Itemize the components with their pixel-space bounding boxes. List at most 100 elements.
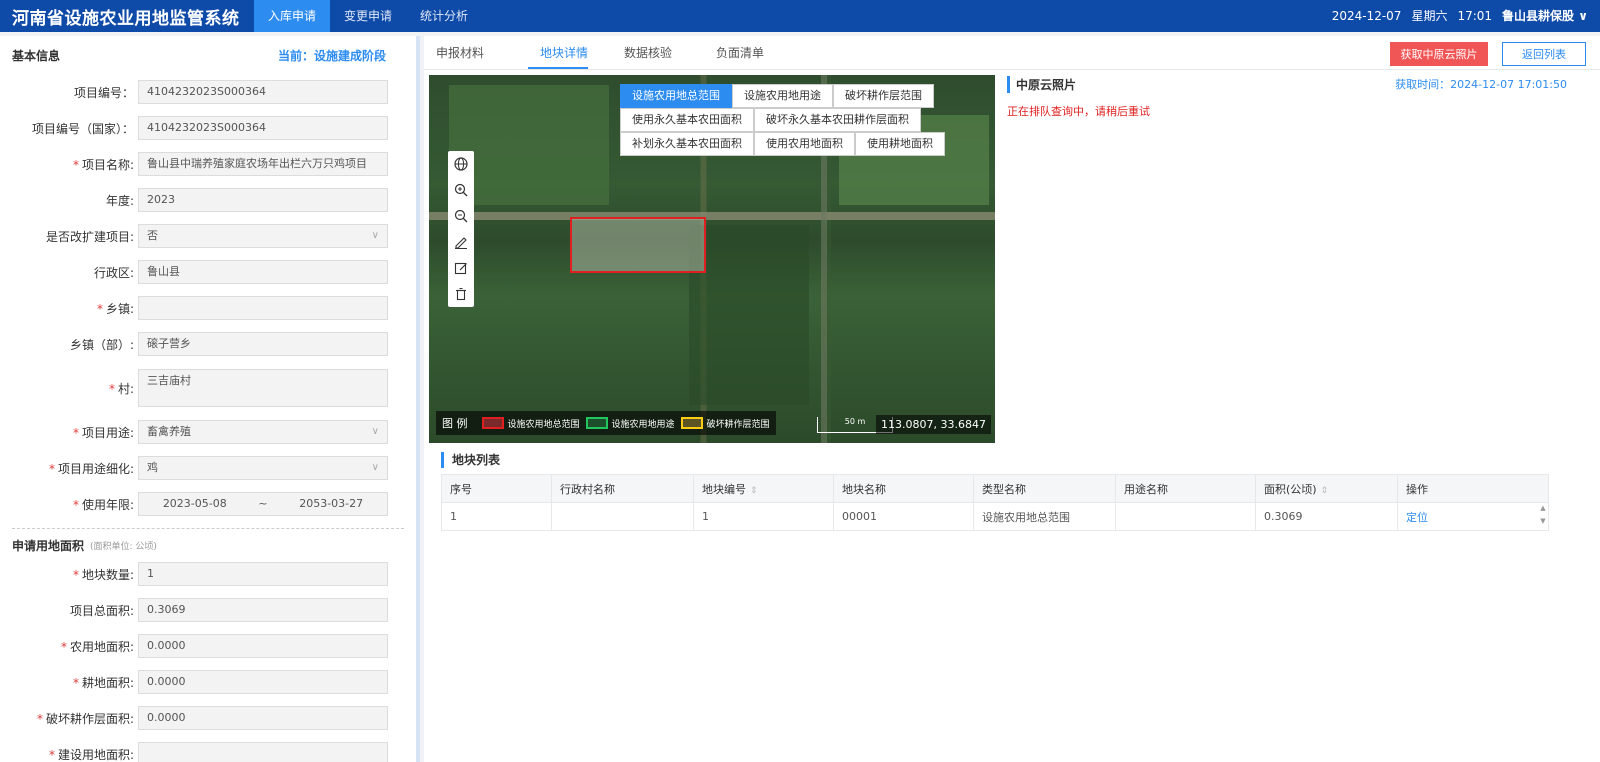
user-menu[interactable]: 鲁山县耕保股 ∨ (1502, 0, 1588, 32)
basic-info-title: 基本信息 (12, 48, 61, 63)
field-label: 建设用地面积: (57, 747, 134, 762)
zoom-in-icon[interactable] (448, 177, 474, 203)
form-row: * 乡镇: (0, 290, 416, 326)
layer-btn-total-range[interactable]: 设施农用地总范围 (620, 84, 732, 108)
back-to-list-button[interactable]: 返回列表 (1502, 42, 1586, 66)
layer-btn-use[interactable]: 设施农用地用途 (732, 84, 833, 108)
date-range-input[interactable]: 2023-05-08 ~ 2053-03-27 (138, 492, 388, 516)
layer-btn-perm-damaged[interactable]: 破坏永久基本农田耕作层面积 (754, 108, 921, 132)
field-value: 4104232023S000364 (147, 85, 266, 98)
legend-swatch-green (585, 417, 608, 429)
select-field[interactable]: 鸡 ∨ (138, 456, 388, 480)
scale-label: 50 m (844, 417, 866, 426)
col-header: 操作 (1397, 474, 1549, 503)
field-label-wrap: * 项目用途细化: (0, 460, 138, 477)
field-label-wrap: * 项目名称: (0, 156, 138, 173)
layer-btn-cultivated[interactable]: 使用耕地面积 (855, 132, 945, 156)
nav-item-change[interactable]: 变更申请 (330, 0, 406, 32)
layer-btn-damaged-range[interactable]: 破坏耕作层范围 (833, 84, 934, 108)
use-period-row: * 使用年限: 2023-05-08 ~ 2053-03-27 (0, 486, 416, 522)
field-label-wrap: * 乡镇: (0, 300, 138, 317)
main-nav: 入库申请 变更申请 统计分析 (254, 0, 482, 32)
field-label-wrap: * 建设用地面积: (0, 746, 138, 762)
sort-icon[interactable]: ⇕ (750, 486, 758, 496)
map-toolbar (448, 151, 474, 307)
nav-item-stats[interactable]: 统计分析 (406, 0, 482, 32)
chevron-down-icon: ∨ (371, 462, 379, 473)
field-label: 年度: (105, 193, 134, 208)
field-label: 项目编号： (73, 85, 134, 100)
tab-negative-list[interactable]: 负面清单 (716, 44, 788, 69)
input-field[interactable]: 0.3069 (138, 598, 388, 622)
field-label: 破坏耕作层面积: (45, 711, 134, 726)
input-field[interactable]: 4104232023S000364 (138, 80, 388, 104)
trash-icon[interactable] (448, 281, 474, 307)
required-marker: * (72, 157, 79, 172)
satellite-map[interactable]: 设施农用地总范围 设施农用地用途 破坏耕作层范围 使用永久基本农田面积 破坏永久… (429, 75, 995, 443)
parcel-table: 序号 行政村名称 地块编号 ⇕ 地块名称 类型名称 用途名称 面积(公顷) ⇕ 操作… (441, 474, 1549, 531)
sort-icon[interactable]: ⇕ (1321, 486, 1329, 496)
input-field[interactable]: 鲁山县中瑞养殖家庭农场年出栏六万只鸡项目 (138, 152, 388, 176)
input-field[interactable]: 0.0000 (138, 706, 388, 730)
form-row: * 项目用途: 畜禽养殖 ∨ (0, 414, 416, 450)
tab-materials[interactable]: 申报材料 (436, 44, 508, 69)
field-label-wrap: 项目编号（国家）： (0, 120, 138, 137)
field-label-wrap: * 农用地面积: (0, 638, 138, 655)
nav-item-inbound[interactable]: 入库申请 (254, 0, 331, 32)
table-cell: 1 (441, 502, 552, 531)
locate-link[interactable]: 定位 (1406, 511, 1428, 524)
tab-parcel-detail[interactable]: 地块详情 (528, 44, 589, 69)
input-field[interactable] (138, 296, 388, 320)
field-label-wrap: * 地块数量: (0, 566, 138, 583)
table-cell: 1 (693, 502, 834, 531)
table-scroll-arrows[interactable]: ▲ ▼ (1537, 502, 1549, 530)
header-date: 2024-12-07 (1331, 9, 1402, 23)
required-marker: * (48, 461, 55, 476)
form-row: * 破坏耕作层面积: 0.0000 (0, 700, 416, 736)
required-marker: * (72, 675, 79, 690)
input-field[interactable]: 磙子营乡 (138, 332, 388, 356)
input-field[interactable]: 1 (138, 562, 388, 586)
col-header-sortable[interactable]: 面积(公顷) ⇕ (1255, 474, 1398, 503)
fetch-cloud-photo-button[interactable]: 获取中原云照片 (1390, 42, 1488, 66)
parcel-boundary[interactable] (570, 217, 706, 273)
field-label-wrap: * 破坏耕作层面积: (0, 710, 138, 727)
pencil-icon[interactable] (448, 229, 474, 255)
form-row: 乡镇（部）: 磙子营乡 (0, 326, 416, 362)
col-header-sortable[interactable]: 地块编号 ⇕ (693, 474, 834, 503)
col-header: 用途名称 (1115, 474, 1256, 503)
layer-btn-agri-land[interactable]: 使用农用地面积 (754, 132, 855, 156)
field-label: 乡镇: (105, 301, 134, 316)
input-field[interactable]: 0.0000 (138, 670, 388, 694)
input-field[interactable] (138, 742, 388, 762)
select-field[interactable]: 畜禽养殖 ∨ (138, 420, 388, 444)
select-field[interactable]: 否 ∨ (138, 224, 388, 248)
input-field[interactable]: 0.0000 (138, 634, 388, 658)
layer-btn-perm-farmland[interactable]: 使用永久基本农田面积 (620, 108, 754, 132)
cloud-photo-title: 中原云照片 (1007, 75, 1076, 93)
area-section-title: 申请用地面积 (12, 539, 85, 553)
field-value: 0.0000 (147, 711, 186, 724)
legend-swatch-red (481, 417, 504, 429)
col-header-label: 面积(公顷) (1264, 482, 1317, 496)
parcel-list-title: 地块列表 (441, 452, 500, 468)
layer-btn-supplement[interactable]: 补划永久基本农田面积 (620, 132, 754, 156)
input-field[interactable]: 4104232023S000364 (138, 116, 388, 140)
chevron-down-icon: ∨ (371, 426, 379, 437)
field-value: 0.0000 (147, 639, 186, 652)
zoom-out-icon[interactable] (448, 203, 474, 229)
top-header: 河南省设施农业用地监管系统 入库申请 变更申请 统计分析 2024-12-07 … (0, 0, 1600, 32)
field-value: 1 (147, 567, 154, 580)
field-label-wrap: 乡镇（部）: (0, 336, 138, 353)
field-label: 项目用途细化: (57, 461, 134, 476)
tab-data-check[interactable]: 数据核验 (624, 44, 696, 69)
globe-icon[interactable] (448, 151, 474, 177)
field-value: 磙子营乡 (147, 337, 191, 350)
textarea-field[interactable]: 三吉庙村 (138, 369, 388, 407)
edit-icon[interactable] (448, 255, 474, 281)
input-field[interactable]: 鲁山县 (138, 260, 388, 284)
table-cell: 设施农用地总范围 (973, 502, 1116, 531)
cloud-fetch-time: 获取时间：2024-12-07 17:01:50 (1395, 78, 1567, 91)
input-field[interactable]: 2023 (138, 188, 388, 212)
basic-info-panel: 基本信息 当前：设施建成阶段 项目编号： 4104232023S000364 项目编… (0, 36, 420, 762)
